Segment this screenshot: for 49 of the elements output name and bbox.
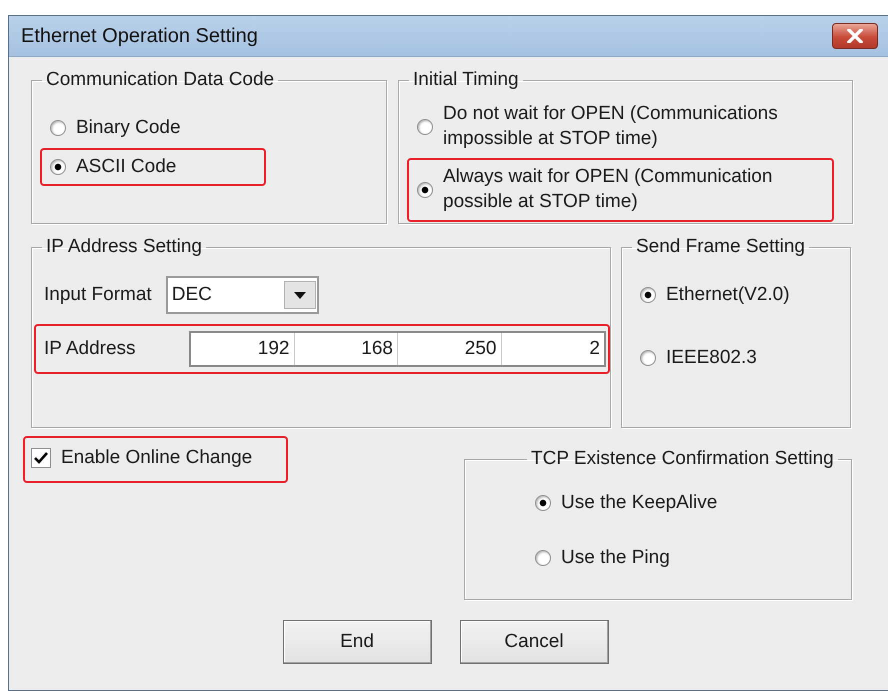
highlighted-option[interactable]: Always wait for OPEN (Communication possible at STOP time) <box>407 158 834 222</box>
field-label: IP Address <box>44 338 136 360</box>
close-button[interactable] <box>832 23 878 49</box>
option-label: IEEE802.3 <box>666 346 757 370</box>
ip-octet: 250 <box>397 333 500 365</box>
dropdown-button[interactable] <box>284 281 316 309</box>
group-title: Initial Timing <box>412 69 520 91</box>
ip-octet: 192 <box>256 337 290 361</box>
group-title: Send Frame Setting <box>635 236 806 258</box>
radio-button[interactable] <box>640 287 656 304</box>
window-title: Ethernet Operation Setting <box>21 24 258 48</box>
radio-option[interactable]: IEEE802.3 <box>630 338 840 378</box>
caret-icon <box>294 292 306 298</box>
group-title: Communication Data Code <box>45 69 276 91</box>
ip-octet: 168 <box>294 333 397 365</box>
close-icon <box>847 29 863 43</box>
highlighted-option[interactable]: ASCII Code <box>40 148 266 186</box>
field-label: Input Format <box>44 284 152 306</box>
radio-button[interactable] <box>535 495 551 512</box>
option-label: Use the KeepAlive <box>561 491 718 515</box>
radio-option[interactable]: Binary Code <box>40 109 266 148</box>
radio-option[interactable]: Use the KeepAlive <box>525 484 841 523</box>
group-title: TCP Existence Confirmation Setting <box>530 448 835 470</box>
radio-button[interactable] <box>640 350 656 366</box>
option-label: Binary Code <box>76 116 181 140</box>
radio-button[interactable] <box>535 550 551 566</box>
checkmark-icon <box>34 452 48 464</box>
radio-button[interactable] <box>50 159 66 176</box>
checkbox-label: Enable Online Change <box>61 446 252 470</box>
dropdown-value: DEC <box>172 284 212 306</box>
radio-option[interactable]: Do not wait for OPEN (Communications impossible at STOP time) <box>407 95 834 158</box>
radio-option[interactable]: Use the Ping <box>525 538 841 578</box>
radio-button[interactable] <box>417 118 433 135</box>
option-label: Do not wait for OPEN (Communications impossible at STOP time) <box>443 102 779 151</box>
dialog-button[interactable]: End <box>282 620 432 664</box>
radio-button[interactable] <box>50 120 66 136</box>
checkbox[interactable] <box>31 448 51 468</box>
option-label: ASCII Code <box>76 154 176 179</box>
radio-option[interactable]: Ethernet(V2.0) <box>630 276 840 315</box>
group-title: IP Address Setting <box>45 236 203 258</box>
ip-octet: 2 <box>500 333 604 365</box>
dialog-button[interactable]: Cancel <box>460 620 608 664</box>
ip-address-field[interactable]: 192 168 250 2 <box>189 331 606 367</box>
dropdown[interactable]: DEC <box>166 276 319 314</box>
option-label: Ethernet(V2.0) <box>666 283 790 307</box>
radio-button[interactable] <box>417 182 433 198</box>
option-label: Use the Ping <box>561 546 670 570</box>
highlighted-checkbox-row[interactable]: Enable Online Change <box>23 436 288 483</box>
option-label: Always wait for OPEN (Communication possible at STOP time) <box>443 165 774 214</box>
